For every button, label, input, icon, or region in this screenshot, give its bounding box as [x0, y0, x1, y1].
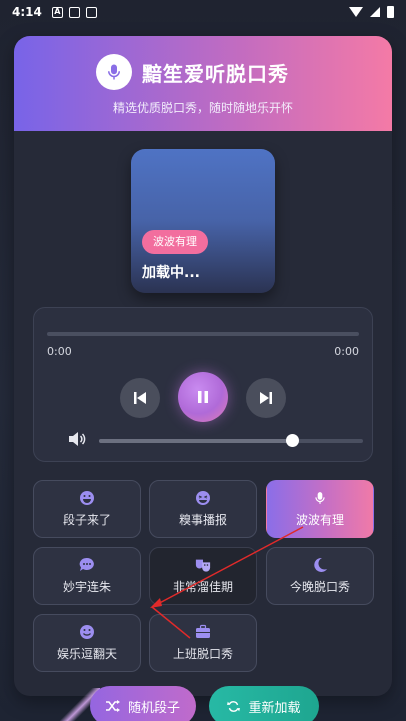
app-logo: [96, 54, 132, 90]
app-subtitle: 精选优质脱口秀，随时随地乐开怀: [112, 101, 293, 115]
refresh-icon: [227, 700, 241, 712]
current-time: 0:00: [47, 345, 72, 358]
category-jinwan[interactable]: 今晚脱口秀: [266, 547, 374, 605]
category-tag: 波波有理: [142, 230, 208, 254]
skip-previous-icon: [134, 392, 146, 404]
status-bar: 4:14 A: [0, 0, 406, 24]
briefcase-icon: [195, 624, 211, 640]
total-time: 0:00: [334, 345, 359, 358]
status-time: 4:14: [12, 5, 42, 19]
category-bobo-active[interactable]: 波波有理: [266, 480, 374, 538]
notification-a-icon: A: [51, 6, 63, 18]
category-feichang[interactable]: 非常溜佳期: [149, 547, 257, 605]
volume-knob[interactable]: [285, 434, 299, 447]
track-title: 加载中...: [142, 265, 200, 281]
reload-label: 重新加载: [248, 700, 301, 716]
category-label: 非常溜佳期: [172, 580, 233, 594]
battery-icon: [387, 6, 394, 18]
category-label: 妙宇连朱: [62, 580, 111, 594]
pause-button[interactable]: [178, 372, 228, 422]
shuffle-icon: [105, 700, 120, 712]
theater-masks-icon: [195, 557, 211, 573]
random-joke-label: 随机段子: [127, 700, 180, 716]
category-yule[interactable]: 娱乐逗翻天: [33, 614, 141, 672]
category-shangban[interactable]: 上班脱口秀: [149, 614, 257, 672]
microphone-icon: [108, 64, 120, 80]
app-header: 黯笙爱听脱口秀 精选优质脱口秀，随时随地乐开怀: [14, 36, 392, 131]
volume-icon: [69, 432, 86, 446]
pause-icon: [198, 391, 208, 403]
category-qiushi[interactable]: 糗事播报: [149, 480, 257, 538]
category-miaoyu[interactable]: 妙宇连朱: [33, 547, 141, 605]
skip-next-icon: [260, 392, 272, 404]
notification-square-icon: [85, 6, 97, 18]
moon-icon: [312, 557, 328, 573]
volume-fill: [99, 439, 292, 443]
cellular-signal-icon: [370, 7, 380, 17]
random-joke-button[interactable]: 随机段子: [90, 686, 196, 721]
category-label: 糗事播报: [178, 513, 227, 527]
progress-bar[interactable]: [47, 332, 359, 336]
next-button[interactable]: [246, 378, 286, 418]
category-label: 娱乐逗翻天: [56, 647, 117, 661]
laugh-icon: [79, 490, 95, 506]
grin-squint-icon: [195, 490, 211, 506]
previous-button[interactable]: [120, 378, 160, 418]
wifi-icon: [349, 7, 363, 17]
reload-button[interactable]: 重新加载: [209, 686, 319, 721]
comment-dots-icon: [79, 557, 95, 573]
category-label: 今晚脱口秀: [289, 580, 350, 594]
volume-slider[interactable]: [99, 434, 363, 447]
notification-image-icon: [68, 6, 80, 18]
category-duanzi[interactable]: 段子来了: [33, 480, 141, 538]
player-controls-panel: 0:00 0:00: [33, 307, 373, 462]
category-label: 上班脱口秀: [172, 647, 233, 661]
category-label: 波波有理: [295, 513, 344, 527]
smile-icon: [79, 624, 95, 640]
microphone-icon: [312, 490, 328, 506]
app-title: 黯笙爱听脱口秀: [142, 62, 289, 86]
category-label: 段子来了: [62, 513, 111, 527]
album-cover: 波波有理 加载中...: [131, 149, 275, 293]
